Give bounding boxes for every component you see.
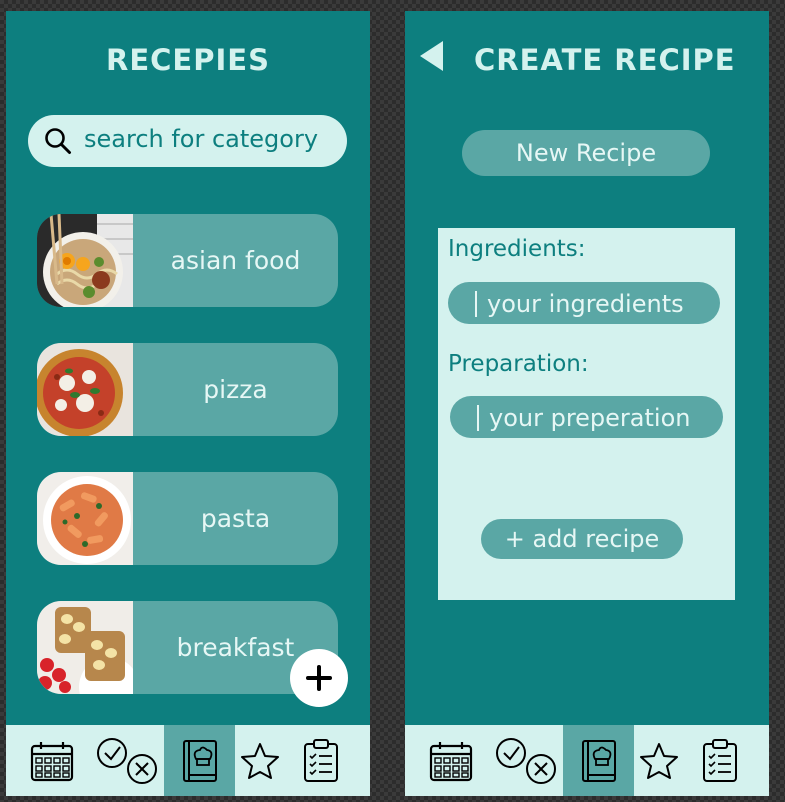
nav-shopping-list[interactable]	[288, 725, 353, 796]
check-cross-icon	[96, 737, 157, 784]
page-title: CREATE RECIPE	[474, 43, 736, 77]
clipboard-list-icon	[702, 738, 737, 782]
star-icon	[240, 742, 279, 779]
nav-shopping-list[interactable]	[687, 725, 752, 796]
bottom-nav	[6, 725, 370, 796]
category-card-asian-food[interactable]: asian food	[37, 214, 338, 307]
category-label: pizza	[203, 375, 268, 404]
category-card-pasta[interactable]: pasta	[37, 472, 338, 565]
add-recipe-button[interactable]: + add recipe	[481, 519, 683, 559]
ingredients-label: Ingredients:	[448, 236, 586, 262]
search-input[interactable]: search for category	[28, 115, 347, 167]
ingredients-placeholder: your ingredients	[487, 290, 684, 318]
preparation-label: Preparation:	[448, 351, 589, 377]
page-title: RECEPIES	[106, 43, 270, 77]
nav-check-cross[interactable]	[94, 725, 159, 796]
star-icon	[639, 742, 678, 779]
text-caret	[475, 291, 477, 317]
nav-recipe-book[interactable]	[563, 725, 634, 796]
ingredients-input[interactable]: your ingredients	[448, 282, 720, 324]
pizza-image	[37, 343, 133, 436]
calendar-icon	[30, 741, 73, 781]
back-arrow-icon[interactable]	[420, 41, 443, 71]
add-category-button[interactable]	[290, 649, 348, 707]
category-card-pizza[interactable]: pizza	[37, 343, 338, 436]
nav-recipe-book[interactable]	[164, 725, 235, 796]
nav-calendar[interactable]	[418, 725, 483, 796]
bottom-nav	[405, 725, 769, 796]
ramen-bowl-image	[37, 214, 133, 307]
pasta-image	[37, 472, 133, 565]
create-recipe-screen: CREATE RECIPE New Recipe Ingredients: yo…	[405, 11, 769, 796]
recipe-form: Ingredients: your ingredients Preparatio…	[438, 228, 735, 600]
nav-check-cross[interactable]	[493, 725, 558, 796]
recipe-book-icon	[182, 739, 217, 782]
nav-favorites[interactable]	[227, 725, 292, 796]
category-label: asian food	[170, 246, 301, 275]
recipes-screen: RECEPIES search for category asian food …	[6, 11, 370, 796]
search-icon	[45, 128, 71, 154]
preparation-input[interactable]: your preperation	[450, 396, 723, 438]
breakfast-image	[37, 601, 133, 694]
nav-favorites[interactable]	[626, 725, 691, 796]
calendar-icon	[429, 741, 472, 781]
recipe-name-field[interactable]: New Recipe	[462, 130, 710, 176]
search-placeholder: search for category	[84, 125, 319, 153]
recipe-book-icon	[581, 739, 616, 782]
category-label: pasta	[200, 504, 271, 533]
preparation-placeholder: your preperation	[489, 404, 691, 432]
check-cross-icon	[495, 737, 556, 784]
clipboard-list-icon	[303, 738, 338, 782]
text-caret	[477, 405, 479, 431]
nav-calendar[interactable]	[19, 725, 84, 796]
